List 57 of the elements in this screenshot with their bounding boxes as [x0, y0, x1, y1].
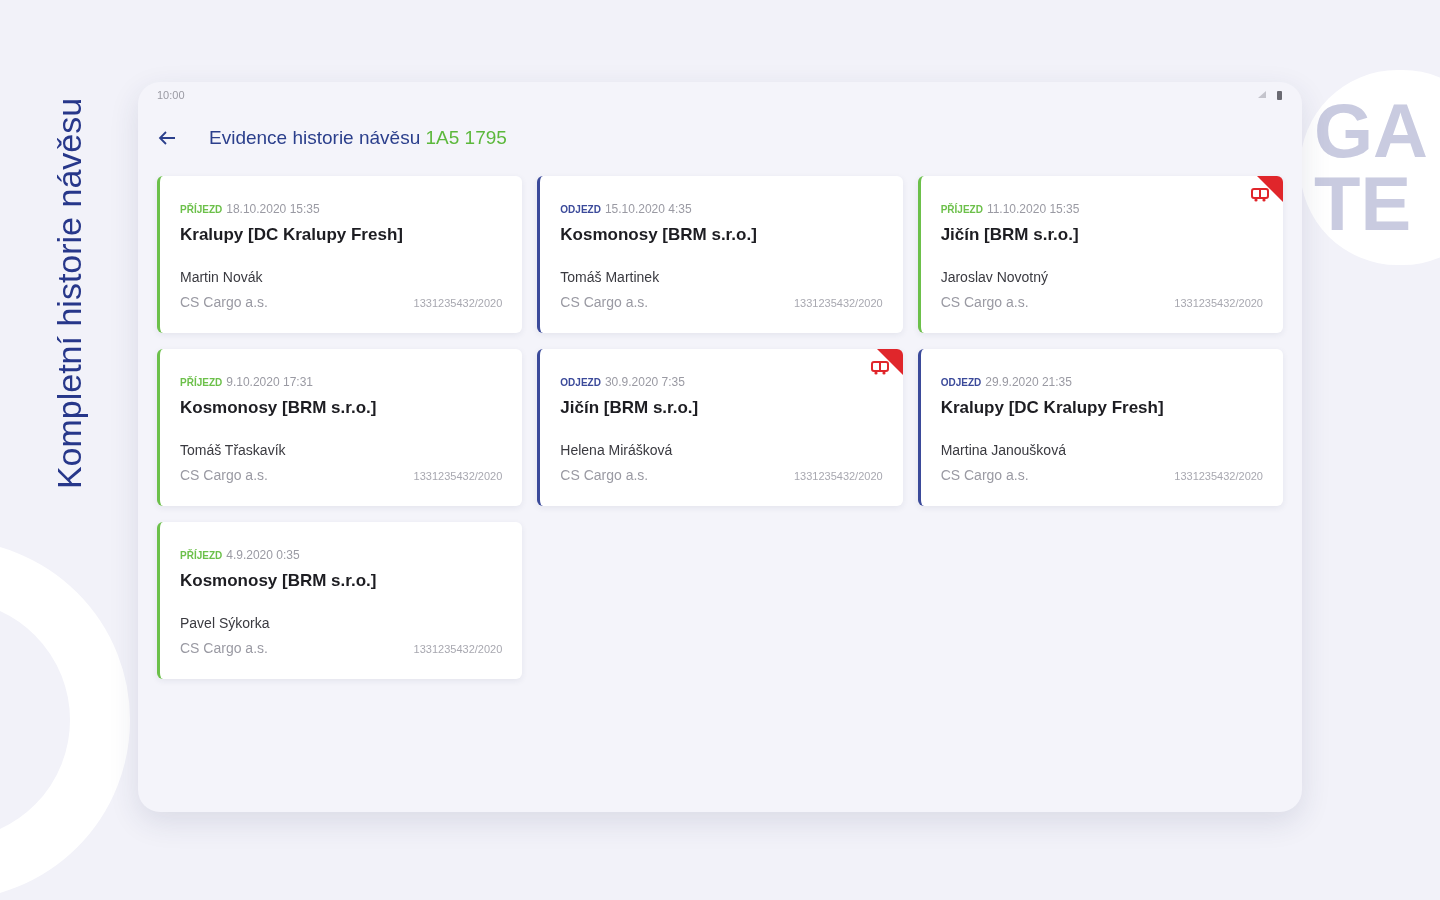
record-card[interactable]: ODJEZD 30.9.2020 7:35 Jičín [BRM s.r.o.] Helena Mirášková CS Cargo a.s. 1331235432/2020 [537, 349, 903, 506]
direction-label: PŘÍJEZD [180, 375, 223, 390]
driver-name: Jaroslav Novotný [940, 268, 1050, 287]
plate-number: 1A5 1795 [425, 126, 507, 148]
record-card[interactable]: PŘÍJEZD 18.10.2020 15:35 Kralupy [DC Kralupy Fresh] Martin Novák CS Cargo a.s. 1331235432/2020 [157, 176, 523, 333]
document-number: 1331235432/2020 [1174, 469, 1263, 484]
back-arrow-icon[interactable] [158, 130, 176, 146]
record-datetime: 18.10.2020 15:35 [226, 201, 320, 218]
document-number: 1331235432/2020 [793, 469, 883, 484]
record-place: Kralupy [DC Kralupy Fresh] [940, 397, 1165, 419]
company-name: CS Cargo a.s. [560, 293, 649, 312]
company-name: CS Cargo a.s. [180, 639, 268, 658]
direction-label: PŘÍJEZD [180, 202, 223, 217]
driver-name: Martin Novák [180, 268, 264, 287]
direction-label: ODJEZD [560, 203, 601, 217]
truck-icon [1251, 188, 1269, 202]
record-card[interactable]: PŘÍJEZD 4.9.2020 0:35 Kosmonosy [BRM s.r.o.] Pavel Sýkorka CS Cargo a.s. 1331235432/2020 [157, 522, 523, 679]
status-icons [1257, 90, 1283, 100]
document-number: 1331235432/2020 [413, 642, 503, 657]
record-datetime: 29.9.2020 21:35 [985, 374, 1072, 391]
record-datetime: 11.10.2020 15:35 [986, 201, 1080, 218]
document-number: 1331235432/2020 [413, 296, 503, 311]
record-place: Jičín [BRM s.r.o.] [940, 224, 1080, 246]
document-number: 1331235432/2020 [413, 469, 503, 484]
record-datetime: 9.10.2020 17:31 [226, 374, 313, 391]
side-caption: Kompletní historie návěsu [49, 97, 90, 489]
driver-name: Helena Mirášková [560, 441, 674, 460]
direction-label: ODJEZD [560, 376, 601, 390]
record-card[interactable]: PŘÍJEZD 9.10.2020 17:31 Kosmonosy [BRM s.r.o.] Tomáš Třaskavík CS Cargo a.s. 1331235432/2020 [157, 349, 523, 506]
company-name: CS Cargo a.s. [940, 466, 1029, 485]
record-datetime: 30.9.2020 7:35 [604, 374, 685, 391]
record-card[interactable]: PŘÍJEZD 11.10.2020 15:35 Jičín [BRM s.r.o.] Jaroslav Novotný CS Cargo a.s. 1331235432/2020 [917, 176, 1283, 333]
direction-label: PŘÍJEZD [180, 548, 223, 563]
record-place: Jičín [BRM s.r.o.] [560, 397, 700, 419]
driver-name: Tomáš Třaskavík [180, 441, 287, 460]
direction-label: ODJEZD [940, 376, 982, 390]
driver-name: Tomáš Martinek [560, 268, 661, 287]
record-place: Kosmonosy [BRM s.r.o.] [180, 570, 378, 592]
company-name: CS Cargo a.s. [180, 466, 268, 485]
record-place: Kralupy [DC Kralupy Fresh] [180, 224, 404, 246]
record-card[interactable]: ODJEZD 29.9.2020 21:35 Kralupy [DC Kralupy Fresh] Martina Janoušková CS Cargo a.s. 1331235432/2020 [917, 349, 1283, 506]
record-place: Kosmonosy [BRM s.r.o.] [560, 224, 758, 246]
status-time: 10:00 [157, 87, 185, 103]
record-card[interactable]: ODJEZD 15.10.2020 4:35 Kosmonosy [BRM s.r.o.] Tomáš Martinek CS Cargo a.s. 1331235432/2020 [537, 176, 903, 333]
company-name: CS Cargo a.s. [940, 293, 1029, 312]
company-name: CS Cargo a.s. [180, 293, 268, 312]
direction-label: PŘÍJEZD [940, 202, 983, 217]
page-title: Evidence historie návěsu [209, 126, 421, 148]
driver-name: Pavel Sýkorka [180, 614, 271, 633]
document-number: 1331235432/2020 [1174, 296, 1263, 311]
document-number: 1331235432/2020 [793, 296, 883, 311]
company-name: CS Cargo a.s. [560, 466, 649, 485]
truck-icon [870, 361, 889, 375]
record-datetime: 15.10.2020 4:35 [604, 201, 692, 218]
record-place: Kosmonosy [BRM s.r.o.] [180, 397, 378, 419]
driver-name: Martina Janoušková [940, 441, 1067, 460]
record-datetime: 4.9.2020 0:35 [226, 547, 300, 564]
